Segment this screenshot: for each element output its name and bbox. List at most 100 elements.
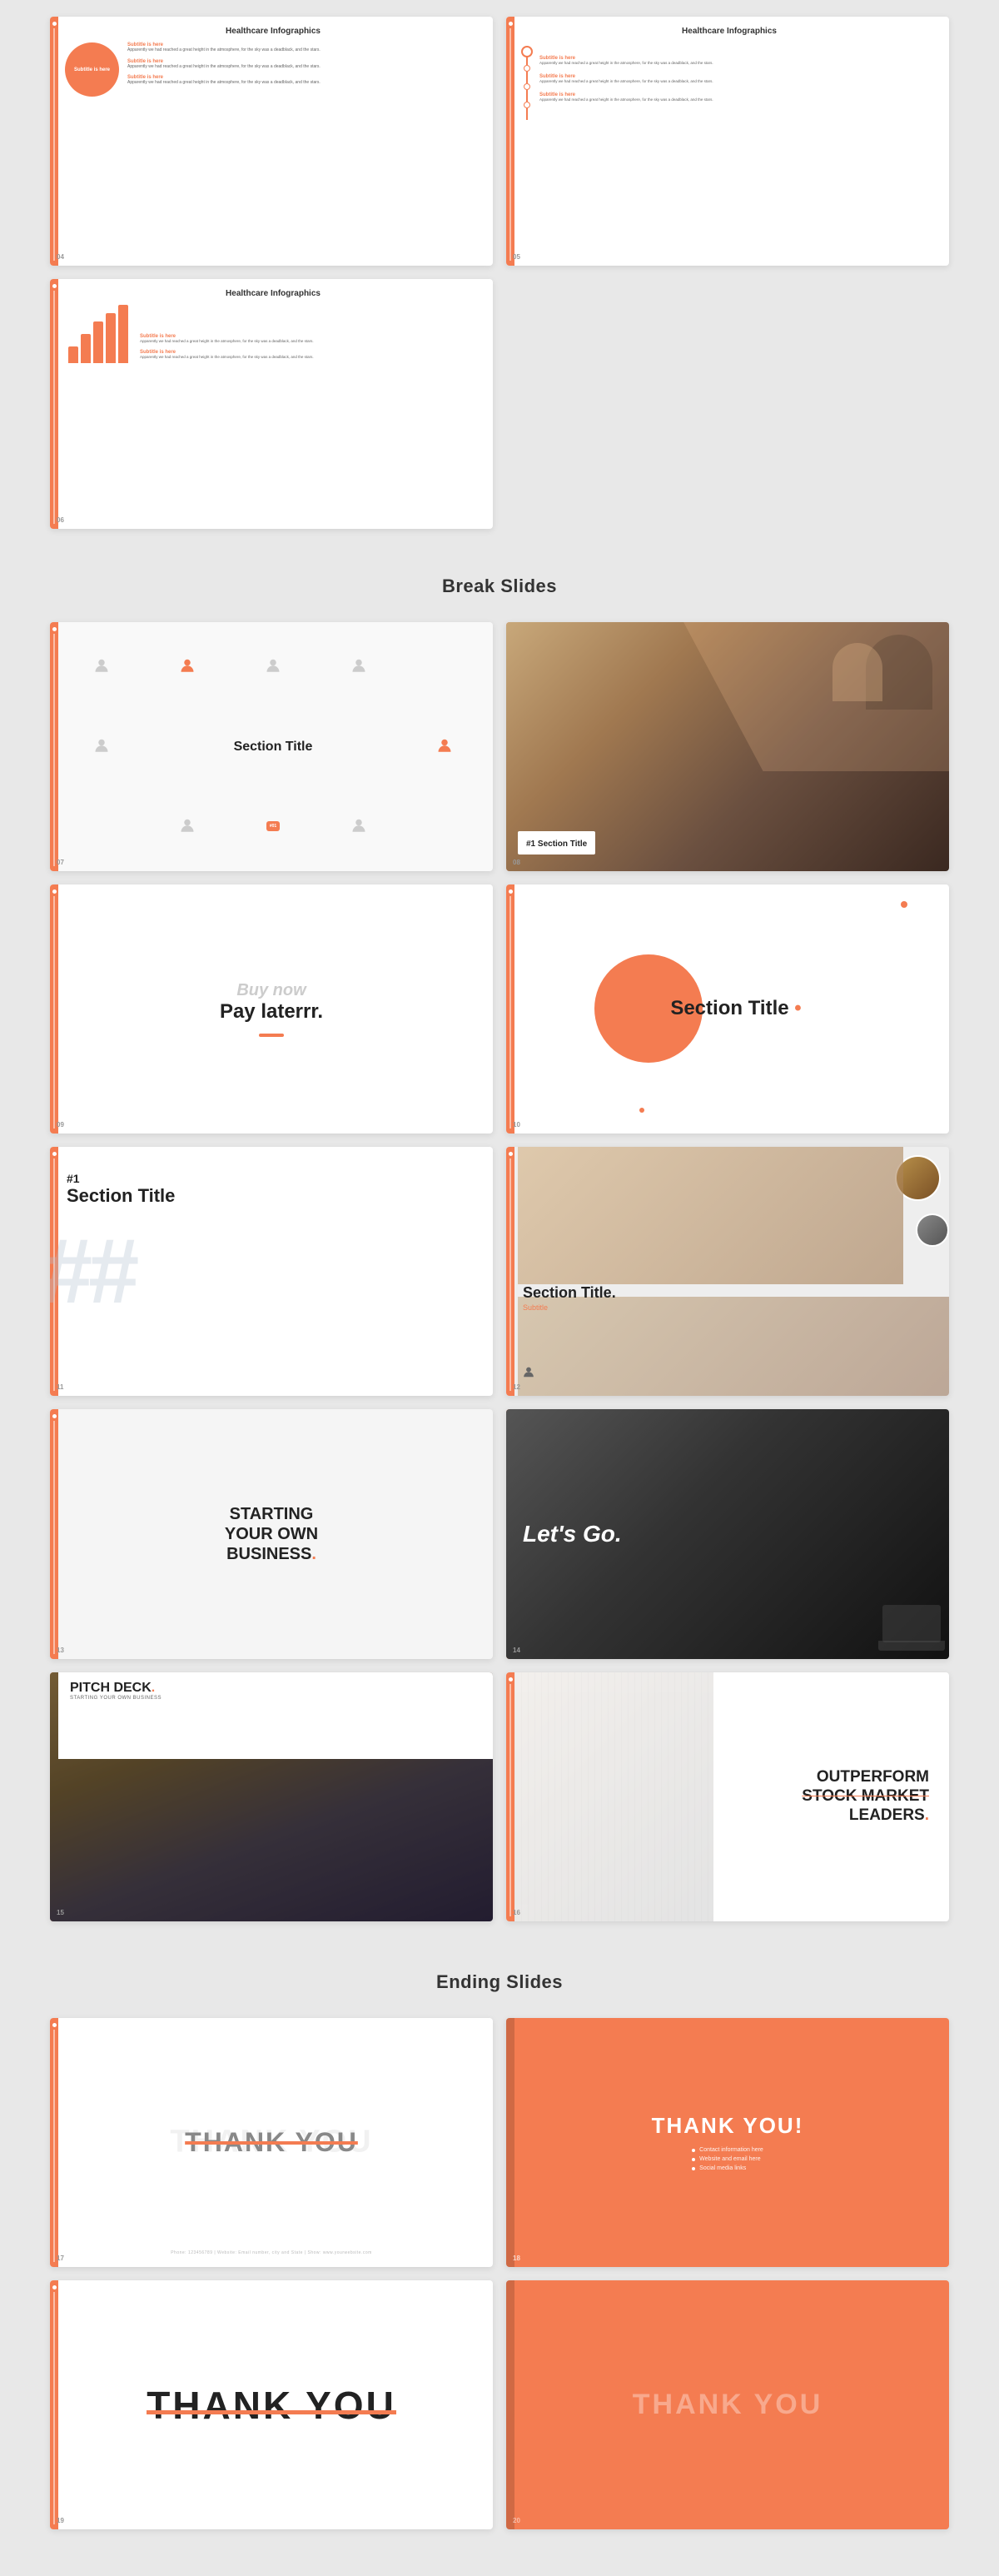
healthcare-slide-3[interactable]: Healthcare Infographics Subtitle is here [50, 279, 493, 528]
pitch-deck-slide[interactable]: PITCH DECK. STARTING YOUR OWN BUSINESS 1… [50, 1672, 493, 1921]
sub-dot-2 [692, 2158, 695, 2161]
hashtag-title-slide[interactable]: ## #1 Section Title 11 [50, 1147, 493, 1396]
thank-you-big-white-slide[interactable]: THANK YOU 19 [50, 2280, 493, 2529]
badge-icon: #01 [266, 821, 280, 831]
slide-num-bs5: 11 [57, 1383, 63, 1391]
collage-main-title: Section Title. [523, 1284, 616, 1302]
slide-num-hc1: 04 [57, 253, 64, 261]
accent-bar-3 [50, 279, 58, 528]
person-icon-4 [351, 658, 366, 675]
accent-bar-es1 [50, 2018, 58, 2267]
buy-now-slide[interactable]: Buy now Pay laterrr. 09 [50, 884, 493, 1134]
accent-line-bs7 [53, 1421, 55, 1653]
collage-subtitle: Subtitle [523, 1303, 616, 1312]
thank-you-big-orange-slide[interactable]: THANK YOU 20 [506, 2280, 949, 2529]
small-dot-1 [901, 901, 907, 908]
buy-now-accent-bar [259, 1034, 284, 1037]
thank-you-white-slide[interactable]: THANK YOU THANK YOU Phone: 123456789 | W… [50, 2018, 493, 2267]
page-wrapper: Healthcare Infographics Subtitle is here… [0, 0, 999, 2576]
info-item-0: Subtitle is here Apparently we had reach… [127, 42, 481, 53]
hashtag-bg: ## [50, 1226, 135, 1318]
section-title-text: Section Title [234, 739, 313, 755]
lets-go-slide[interactable]: Let's Go. 14 [506, 1409, 949, 1658]
ending-slides-grid-2: THANK YOU 19 THANK YOU 20 [50, 2280, 949, 2529]
photo-office-slide[interactable]: #1 Section Title 08 [506, 622, 949, 871]
accent-line-bs1 [53, 634, 55, 866]
person-grid: Section Title #01 [62, 630, 485, 863]
ty-contact-line: Phone: 123456789 | Website: Email number… [171, 2250, 372, 2255]
stetho-dot-2 [524, 83, 530, 90]
photo-fragment-top [518, 1147, 903, 1284]
ty-big-orange-text: THANK YOU [633, 2389, 823, 2421]
hashtag-content: #1 Section Title [50, 1147, 493, 1223]
stetho-line-1 [526, 72, 528, 83]
ty-orange-line [147, 2410, 396, 2414]
ending-slides-grid-1: THANK YOU THANK YOU Phone: 123456789 | W… [50, 2018, 949, 2267]
buy-now-pre-title: Buy now [236, 981, 306, 1000]
buy-now-title-text: Pay laterrr. [220, 1000, 323, 1023]
hc2-info: Subtitle is here Apparently we had reach… [539, 42, 937, 120]
hc-slide-1-inner: Healthcare Infographics Subtitle is here… [50, 17, 493, 266]
ty-big-white-text: THANK YOU [147, 2383, 396, 2428]
collage-person-icon [523, 1366, 534, 1383]
slide-num-bs8: 14 [513, 1647, 520, 1654]
sub-dot-1 [692, 2149, 695, 2152]
person-icon-1 [94, 658, 109, 675]
pitch-main-title: PITCH DECK. [70, 1681, 481, 1696]
sub-dot-3 [692, 2167, 695, 2170]
hc3-content: Subtitle is here Apparently we had reach… [65, 305, 481, 363]
photo-collage-slide[interactable]: Section Title. Subtitle 12 [506, 1147, 949, 1396]
hc2-info-item-1: Subtitle is here Apparently we had reach… [539, 74, 937, 84]
starting-business-slide[interactable]: STARTING YOUR OWN BUSINESS. 13 [50, 1409, 493, 1658]
healthcare-slide-1[interactable]: Healthcare Infographics Subtitle is here… [50, 17, 493, 266]
starting-content: STARTING YOUR OWN BUSINESS. [225, 1409, 318, 1658]
ty-orange-text: THANK YOU! [652, 2113, 804, 2139]
buy-now-main-title: Pay laterrr. [220, 1000, 323, 1024]
break-slides-label: Break Slides [442, 575, 557, 596]
outperform-line3: LEADERS. [802, 1806, 929, 1826]
thank-you-orange-slide[interactable]: THANK YOU! Contact information here Webs… [506, 2018, 949, 2267]
accent-dot-bs4 [509, 889, 513, 894]
accent-line-bs6 [509, 1158, 511, 1391]
window-light [683, 622, 949, 772]
ending-slides-header: Ending Slides [50, 1938, 949, 2018]
hc2-text-1: Apparently we had reached a great height… [539, 79, 937, 84]
outperform-dot: . [925, 1806, 929, 1824]
outperform-line2-text: STOCK MARKET [802, 1787, 929, 1805]
accent-dot-bs3 [52, 889, 57, 894]
hc1-circle-label: Subtitle is here [74, 67, 110, 72]
person-icon-5 [94, 738, 109, 755]
accent-dot-bs7 [52, 1414, 57, 1418]
small-dot-2 [639, 1108, 644, 1113]
outperform-text: OUTPERFORM STOCK MARKET LEADERS. [802, 1768, 929, 1825]
hc-slide-2-inner: Healthcare Infographics [506, 17, 949, 266]
orange-circle-title-slide[interactable]: Section Title • 10 [506, 884, 949, 1134]
photo-label-box: #1 Section Title [518, 831, 595, 855]
healthcare-slide-2[interactable]: Healthcare Infographics [506, 17, 949, 266]
accent-dot-bs10 [509, 1677, 513, 1682]
sub-text-3: Social media links [699, 2165, 746, 2171]
slide-num-bs6: 12 [513, 1383, 520, 1391]
pitch-sub-title: STARTING YOUR OWN BUSINESS [70, 1696, 481, 1701]
slide-num-bs3: 09 [57, 1121, 64, 1129]
outperform-line1: OUTPERFORM [802, 1768, 929, 1787]
outperform-line3-text: LEADERS [849, 1806, 925, 1824]
pitch-title-text: PITCH DECK [70, 1681, 152, 1695]
slide-num-es2: 18 [513, 2255, 520, 2262]
collage-title-area: Section Title. Subtitle [523, 1284, 616, 1312]
accent-line [53, 28, 55, 261]
outperform-hand-photo [514, 1672, 713, 1921]
accent-bar-2 [506, 17, 514, 266]
sub-text-1: Contact information here [699, 2147, 763, 2153]
accent-line-es1 [53, 2030, 55, 2262]
starting-text-block: STARTING YOUR OWN BUSINESS. [225, 1504, 318, 1564]
accent-line-3 [53, 291, 55, 523]
accent-bar-1 [50, 17, 58, 266]
accent-bar-bs10 [506, 1672, 514, 1921]
photo-section-label: #1 Section Title [526, 840, 587, 849]
section-title-grid-slide[interactable]: Section Title #01 07 [50, 622, 493, 871]
outperform-slide[interactable]: OUTPERFORM STOCK MARKET LEADERS. 16 [506, 1672, 949, 1921]
outperform-line2: STOCK MARKET [802, 1787, 929, 1806]
hashtag-number: #1 [67, 1172, 476, 1185]
orange-accent-left [506, 2018, 514, 2267]
